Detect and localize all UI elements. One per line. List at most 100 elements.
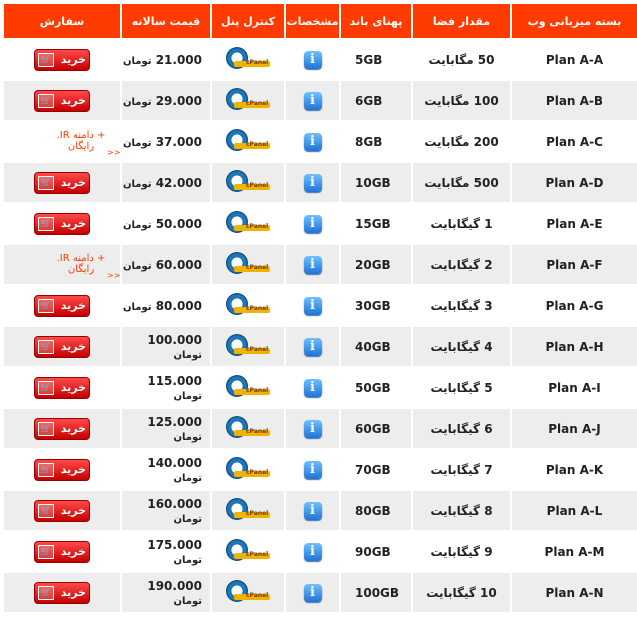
panel-cell: cPanel xyxy=(212,122,284,161)
cart-icon: 🛒 xyxy=(38,216,54,231)
disk-space: 500 مگابایت xyxy=(413,163,510,202)
price-value: 160.000 xyxy=(147,496,202,511)
buy-button[interactable]: خرید 🛒 xyxy=(34,581,90,604)
buy-button[interactable]: خرید 🛒 xyxy=(34,335,90,358)
panel-cell: cPanel xyxy=(212,204,284,243)
buy-button[interactable]: خرید 🛒 xyxy=(34,499,90,522)
buy-button[interactable]: خرید 🛒 xyxy=(34,540,90,563)
info-icon[interactable]: i xyxy=(303,132,322,151)
buy-button[interactable]: خرید 🛒 xyxy=(34,212,90,235)
cart-icon: 🛒 xyxy=(38,339,54,354)
annual-price: 37.000 تومان xyxy=(122,122,210,161)
buy-button[interactable]: خرید 🛒 xyxy=(34,48,90,71)
specs-cell: i xyxy=(286,450,339,489)
disk-space: 4 گیگابایت xyxy=(413,327,510,366)
specs-cell: i xyxy=(286,122,339,161)
bandwidth: 5GB xyxy=(341,40,411,79)
free-domain-offer[interactable]: + دامنه IR. رایگان << xyxy=(4,122,121,161)
cart-icon: 🛒 xyxy=(38,298,54,313)
plan-name: Plan A-F xyxy=(512,245,637,284)
info-icon[interactable]: i xyxy=(303,542,322,561)
cpanel-logo-icon: cPanel xyxy=(224,210,272,234)
price-value: 125.000 xyxy=(147,414,202,429)
annual-price: 160.000 تومان xyxy=(122,491,210,530)
plan-name: Plan A-B xyxy=(512,81,637,120)
info-icon[interactable]: i xyxy=(303,296,322,315)
buy-button[interactable]: خرید 🛒 xyxy=(34,458,90,481)
table-row: Plan A-N 10 گیگابایت 100GB i cPanel 190.… xyxy=(4,573,637,612)
price-value: 21.000 xyxy=(155,52,202,67)
info-icon[interactable]: i xyxy=(303,214,322,233)
table-row: Plan A-F 2 گیگابایت 20GB i cPanel 60.000… xyxy=(4,245,637,284)
buy-label: خرید xyxy=(60,381,86,394)
annual-price: 175.000 تومان xyxy=(122,532,210,571)
buy-button[interactable]: خرید 🛒 xyxy=(34,294,90,317)
panel-cell: cPanel xyxy=(212,286,284,325)
info-icon[interactable]: i xyxy=(303,419,322,438)
buy-button[interactable]: خرید 🛒 xyxy=(34,376,90,399)
order-cell: خرید 🛒 xyxy=(4,204,120,243)
bandwidth: 80GB xyxy=(341,491,411,530)
info-icon[interactable]: i xyxy=(303,460,322,479)
info-icon[interactable]: i xyxy=(303,501,322,520)
annual-price: 100.000 تومان xyxy=(122,327,210,366)
buy-label: خرید xyxy=(60,586,86,599)
plan-name: Plan A-H xyxy=(512,327,637,366)
currency-label: تومان xyxy=(122,55,152,67)
free-domain-offer[interactable]: + دامنه IR. رایگان << xyxy=(4,245,121,284)
cart-icon: 🛒 xyxy=(38,380,54,395)
price-value: 37.000 xyxy=(155,134,202,149)
bandwidth: 60GB xyxy=(341,409,411,448)
order-cell: خرید 🛒 xyxy=(4,491,120,530)
panel-cell: cPanel xyxy=(212,327,284,366)
currency-label: تومان xyxy=(122,178,152,190)
plan-name: Plan A-J xyxy=(512,409,637,448)
currency-label: تومان xyxy=(122,137,152,149)
info-icon[interactable]: i xyxy=(303,583,322,602)
table-row: Plan A-C 200 مگابایت 8GB i cPanel 37.000… xyxy=(4,122,637,161)
header-plan: بسته میزبانی وب xyxy=(512,4,637,38)
buy-button[interactable]: خرید 🛒 xyxy=(34,89,90,112)
cpanel-logo-text: cPanel xyxy=(246,346,269,353)
cart-icon: 🛒 xyxy=(38,544,54,559)
specs-cell: i xyxy=(286,163,339,202)
specs-cell: i xyxy=(286,204,339,243)
specs-cell: i xyxy=(286,409,339,448)
cart-icon: 🛒 xyxy=(38,503,54,518)
info-icon[interactable]: i xyxy=(303,255,322,274)
info-icon[interactable]: i xyxy=(303,337,322,356)
annual-price: 125.000 تومان xyxy=(122,409,210,448)
cpanel-logo-text: cPanel xyxy=(246,305,269,312)
bandwidth: 6GB xyxy=(341,81,411,120)
panel-cell: cPanel xyxy=(212,573,284,612)
buy-button[interactable]: خرید 🛒 xyxy=(34,417,90,440)
annual-price: 21.000 تومان xyxy=(122,40,210,79)
info-icon[interactable]: i xyxy=(303,378,322,397)
cpanel-logo-text: cPanel xyxy=(246,387,269,394)
cpanel-logo-text: cPanel xyxy=(246,264,269,271)
cpanel-logo-icon: cPanel xyxy=(224,497,272,521)
specs-cell: i xyxy=(286,573,339,612)
cpanel-logo-text: cPanel xyxy=(246,428,269,435)
cart-icon: 🛒 xyxy=(38,52,54,67)
specs-cell: i xyxy=(286,286,339,325)
table-body: Plan A-A 50 مگابایت 5GB i cPanel 21.000 … xyxy=(4,40,637,612)
annual-price: 115.000 تومان xyxy=(122,368,210,407)
specs-cell: i xyxy=(286,81,339,120)
buy-button[interactable]: خرید 🛒 xyxy=(34,171,90,194)
bandwidth: 40GB xyxy=(341,327,411,366)
cpanel-logo-icon: cPanel xyxy=(224,579,272,603)
price-value: 80.000 xyxy=(155,298,202,313)
table-row: Plan A-H 4 گیگابایت 40GB i cPanel 100.00… xyxy=(4,327,637,366)
cpanel-logo-icon: cPanel xyxy=(224,169,272,193)
order-cell: خرید 🛒 xyxy=(4,81,120,120)
info-icon[interactable]: i xyxy=(303,50,322,69)
plan-name: Plan A-G xyxy=(512,286,637,325)
info-icon[interactable]: i xyxy=(303,173,322,192)
bandwidth: 10GB xyxy=(341,163,411,202)
annual-price: 50.000 تومان xyxy=(122,204,210,243)
info-icon[interactable]: i xyxy=(303,91,322,110)
table-row: Plan A-M 9 گیگابایت 90GB i cPanel 175.00… xyxy=(4,532,637,571)
buy-label: خرید xyxy=(60,53,86,66)
header-specs: مشخصات xyxy=(286,4,339,38)
